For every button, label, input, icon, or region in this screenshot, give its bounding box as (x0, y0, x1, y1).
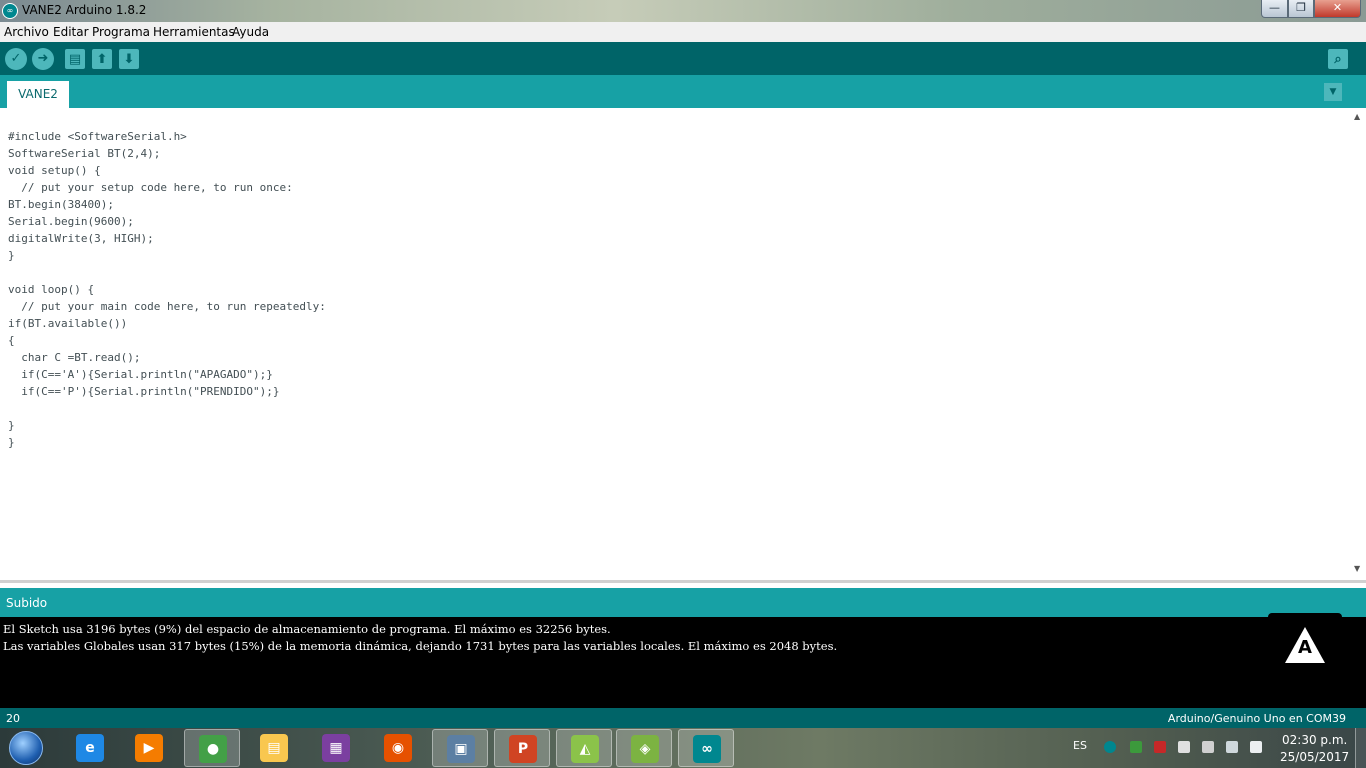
badge-letter: A (1298, 637, 1312, 658)
magnifier-icon: ⌕ (1334, 52, 1342, 67)
open-sketch-button[interactable]: ⬆ (92, 49, 112, 69)
code-editor[interactable]: #include <SoftwareSerial.h> SoftwareSeri… (0, 108, 1366, 583)
arrow-right-icon: ➜ (37, 51, 49, 66)
system-tray: ES 02:30 p.m. 25/05/2017 (1068, 728, 1366, 768)
code-line: } (8, 419, 15, 432)
arduino-app-icon: ∞ (2, 3, 18, 19)
code-line: // put your main code here, to run repea… (8, 300, 326, 313)
code-line: Serial.begin(9600); (8, 215, 134, 228)
clock-time[interactable]: 02:30 p.m. (1282, 733, 1347, 747)
overlay-badge: A (1268, 613, 1342, 683)
chevron-down-icon: ▼ (1329, 87, 1337, 97)
taskbar-chrome[interactable]: ● (184, 729, 240, 767)
window-title: VANE2 Arduino 1.8.2 (22, 3, 147, 17)
code-line: digitalWrite(3, HIGH); (8, 232, 154, 245)
tab-vane2[interactable]: VANE2 (7, 81, 69, 108)
scroll-up-icon[interactable]: ▲ (1354, 112, 1360, 121)
windows-taskbar: e ▶ ● ▤ ▦ ◉ ▣ P ◭ ◈ ∞ ES 02:30 p.m. 25/05/2017 (0, 728, 1366, 768)
new-sketch-button[interactable]: ▤ (65, 49, 85, 69)
check-icon: ✓ (10, 51, 22, 66)
security-icon[interactable] (1130, 741, 1142, 753)
verify-button[interactable]: ✓ (5, 48, 27, 70)
code-line: if(C=='P'){Serial.println("PRENDIDO");} (8, 385, 280, 398)
code-line: } (8, 249, 15, 262)
action-center-flag-icon[interactable] (1178, 741, 1190, 753)
editor-scrollbar[interactable]: ▲ ▼ (1350, 108, 1366, 580)
taskbar-firefox[interactable]: ◉ (370, 729, 426, 767)
upload-button[interactable]: ➜ (32, 48, 54, 70)
taskbar-powerpoint[interactable]: P (494, 729, 550, 767)
remote-desktop-icon: ▣ (447, 735, 475, 763)
taskbar-file-explorer[interactable]: ▤ (246, 729, 302, 767)
show-desktop-button[interactable] (1355, 728, 1366, 768)
android-studio-icon: ◈ (631, 735, 659, 763)
minimize-button[interactable]: — (1261, 0, 1288, 18)
code-line: // put your setup code here, to run once… (8, 181, 293, 194)
menu-programa[interactable]: Programa (92, 25, 150, 39)
internet-explorer-icon: e (76, 734, 104, 762)
status-message: Subido (6, 596, 48, 610)
title-bar: ∞ VANE2 Arduino 1.8.2 — ❐ ✕ (0, 0, 1366, 22)
code-line: { (8, 334, 15, 347)
android-emulator-icon: ◭ (571, 735, 599, 763)
serial-monitor-button[interactable]: ⌕ (1328, 49, 1348, 69)
menu-herramientas[interactable]: Herramientas (153, 25, 235, 39)
taskbar-arduino[interactable]: ∞ (678, 729, 734, 767)
tab-menu-button[interactable]: ▼ (1324, 83, 1342, 101)
arduino-tray-icon[interactable] (1104, 741, 1116, 753)
tab-bar: VANE2 ▼ (0, 75, 1366, 108)
console-text: El Sketch usa 3196 bytes (9%) del espaci… (3, 621, 837, 655)
maximize-button[interactable]: ❐ (1288, 0, 1314, 18)
volume-icon[interactable] (1250, 741, 1262, 753)
code-line: BT.begin(38400); (8, 198, 114, 211)
code-line: if(BT.available()) (8, 317, 128, 330)
arrow-up-icon: ⬆ (96, 52, 108, 67)
firefox-icon: ◉ (384, 734, 412, 762)
close-button[interactable]: ✕ (1314, 0, 1361, 18)
code-line: void loop() { (8, 283, 95, 296)
menu-bar: Archivo Editar Programa Herramientas Ayu… (0, 22, 1366, 42)
start-button[interactable] (2, 728, 50, 768)
console-output[interactable]: El Sketch usa 3196 bytes (9%) del espaci… (0, 613, 1366, 708)
language-indicator[interactable]: ES (1073, 739, 1087, 752)
chrome-icon: ● (199, 735, 227, 763)
windows-logo-icon (9, 731, 43, 765)
status-bar: Subido (0, 588, 1366, 617)
menu-ayuda[interactable]: Ayuda (232, 25, 269, 39)
save-sketch-button[interactable]: ⬇ (119, 49, 139, 69)
file-explorer-icon: ▤ (260, 734, 288, 762)
menu-archivo[interactable]: Archivo (4, 25, 49, 39)
taskbar-android-studio[interactable]: ◈ (616, 729, 672, 767)
menu-editar[interactable]: Editar (53, 25, 89, 39)
media-player-icon: ▶ (135, 734, 163, 762)
console-line: El Sketch usa 3196 bytes (9%) del espaci… (3, 622, 611, 636)
code-line: char C =BT.read(); (8, 351, 141, 364)
line-number: 20 (6, 712, 20, 725)
code-line: if(C=='A'){Serial.println("APAGADO");} (8, 368, 273, 381)
taskbar-media-player[interactable]: ▶ (121, 729, 177, 767)
toolbar: ✓ ➜ ▤ ⬆ ⬇ ⌕ (0, 42, 1366, 75)
code-line: #include <SoftwareSerial.h> (8, 130, 187, 143)
antivirus-icon[interactable] (1154, 741, 1166, 753)
network-signal-icon[interactable] (1226, 741, 1238, 753)
taskbar-internet-explorer[interactable]: e (62, 729, 118, 767)
device-icon[interactable] (1202, 741, 1214, 753)
code-text[interactable]: #include <SoftwareSerial.h> SoftwareSeri… (8, 128, 326, 451)
taskbar-android-emulator[interactable]: ◭ (556, 729, 612, 767)
document-icon: ▤ (68, 52, 82, 67)
powerpoint-icon: P (509, 735, 537, 763)
board-port: Arduino/Genuino Uno en COM39 (1167, 712, 1346, 725)
arduino-icon: ∞ (693, 735, 721, 763)
scroll-down-icon[interactable]: ▼ (1354, 564, 1360, 573)
code-line: SoftwareSerial BT(2,4); (8, 147, 161, 160)
code-line: void setup() { (8, 164, 101, 177)
taskbar-winrar[interactable]: ▦ (308, 729, 364, 767)
console-line: Las variables Globales usan 317 bytes (1… (3, 639, 838, 653)
arrow-down-icon: ⬇ (123, 52, 135, 67)
winrar-icon: ▦ (322, 734, 350, 762)
code-line: } (8, 436, 15, 449)
taskbar-remote-desktop[interactable]: ▣ (432, 729, 488, 767)
clock-date[interactable]: 25/05/2017 (1280, 750, 1349, 764)
footer-bar: 20 Arduino/Genuino Uno en COM39 (0, 708, 1366, 728)
